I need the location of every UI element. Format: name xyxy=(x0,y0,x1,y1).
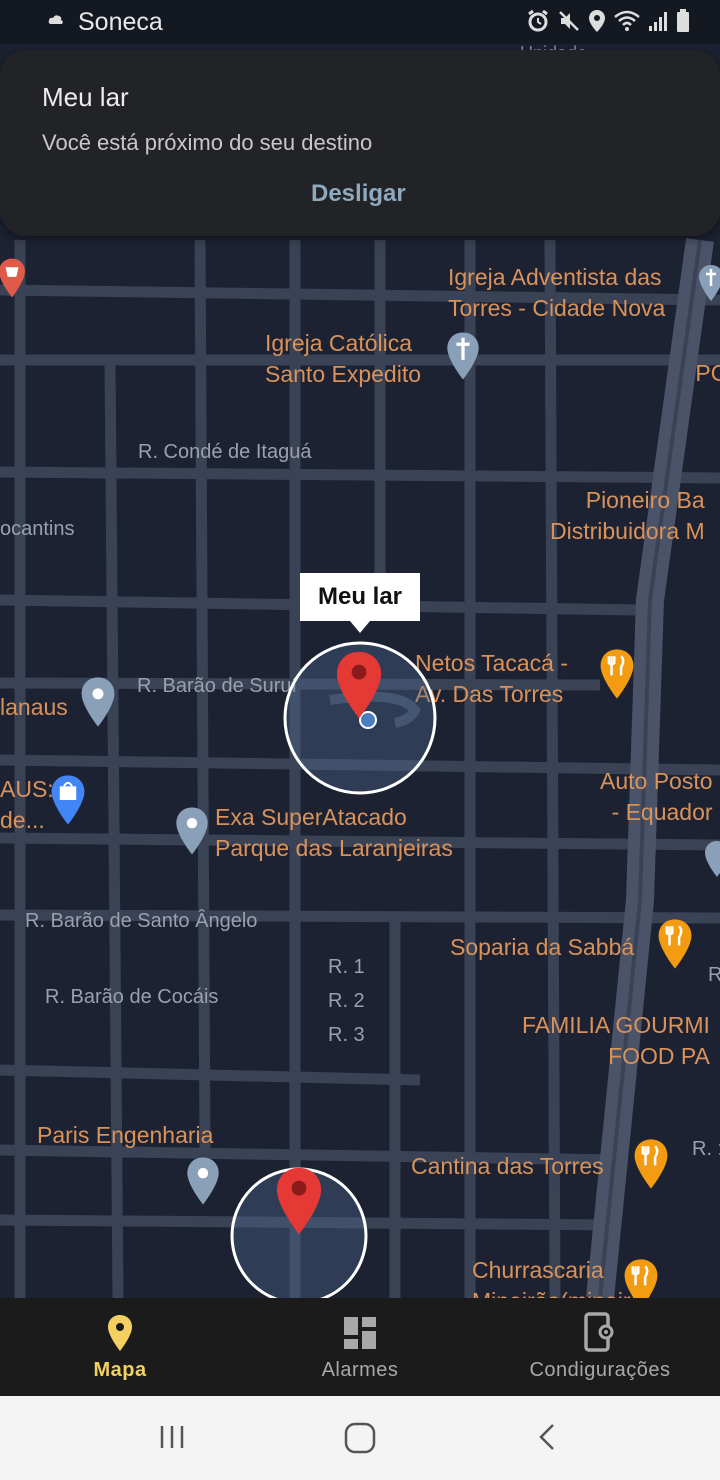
shopping-icon[interactable] xyxy=(0,257,26,299)
nav-item-mapa[interactable]: Mapa xyxy=(0,1298,240,1396)
back-icon[interactable] xyxy=(536,1422,558,1452)
nav-item-condiguracoes[interactable]: Condigurações xyxy=(480,1298,720,1396)
street-label: ocantins xyxy=(0,518,75,540)
mute-icon xyxy=(558,10,580,37)
device-settings-icon xyxy=(584,1312,614,1352)
alarm-icon xyxy=(526,9,550,38)
location-icon xyxy=(588,9,606,38)
poi-pioneiro[interactable]: Pioneiro Ba Distribuidora M xyxy=(550,485,705,547)
system-navigation-bar xyxy=(0,1396,720,1480)
street-label: R. Barão de Suruí xyxy=(137,675,298,697)
restaurant-icon[interactable] xyxy=(622,1258,660,1298)
restaurant-icon[interactable] xyxy=(632,1138,670,1190)
destination-marker-icon[interactable] xyxy=(333,650,385,720)
nav-label: Mapa xyxy=(93,1359,147,1381)
notification-message: Você está próximo do seu destino xyxy=(42,130,373,155)
restaurant-icon[interactable] xyxy=(598,648,636,700)
bottom-navigation: Mapa Alarmes Condigurações xyxy=(0,1298,720,1396)
notification-card[interactable]: Meu lar Você está próximo do seu destino… xyxy=(0,50,720,236)
nav-item-alarmes[interactable]: Alarmes xyxy=(240,1298,480,1396)
nav-label: Condigurações xyxy=(529,1359,671,1381)
poi-manaus[interactable]: lanaus xyxy=(0,692,68,723)
poi-post[interactable]: POST - C xyxy=(658,358,720,420)
street-label: R xyxy=(708,964,720,986)
home-icon[interactable] xyxy=(344,1422,376,1454)
street-label: R. Barão de Santo Ângelo xyxy=(25,910,258,932)
map-pin-icon xyxy=(108,1315,132,1351)
place-icon[interactable] xyxy=(186,1156,220,1206)
street-label: R. 1 xyxy=(328,956,365,978)
street-label: R. Condé de Itaguá xyxy=(138,441,312,463)
street-label: R. 2 xyxy=(328,990,365,1012)
battery-icon xyxy=(676,9,690,38)
poi-soparia[interactable]: Soparia da Sabbá xyxy=(450,932,634,963)
signal-icon xyxy=(648,10,668,37)
poi-cantina[interactable]: Cantina das Torres xyxy=(411,1151,604,1182)
status-bar: Soneca xyxy=(0,0,720,44)
alarm-marker-icon[interactable] xyxy=(273,1166,325,1236)
poi-igreja-adventista[interactable]: Igreja Adventista das Torres - Cidade No… xyxy=(448,262,665,324)
notification-title: Meu lar xyxy=(42,82,129,112)
place-icon[interactable] xyxy=(80,676,116,728)
poi-aus[interactable]: AUS: de... xyxy=(0,774,54,836)
wifi-icon xyxy=(614,10,640,37)
church-icon[interactable] xyxy=(446,331,480,381)
street-label: R. Barão de Cocáis xyxy=(45,986,219,1008)
restaurant-icon[interactable] xyxy=(656,918,694,970)
street-label: R. 3 xyxy=(328,1024,365,1046)
dashboard-icon xyxy=(344,1317,376,1349)
poi-paris[interactable]: Paris Engenharia xyxy=(37,1120,213,1151)
church-icon[interactable] xyxy=(698,264,720,302)
dismiss-button[interactable]: Desligar xyxy=(311,180,406,208)
recent-apps-icon[interactable] xyxy=(158,1422,188,1452)
poi-igreja-catolica[interactable]: Igreja Católica Santo Expedito xyxy=(265,328,421,390)
place-icon[interactable] xyxy=(175,806,209,856)
place-icon[interactable] xyxy=(704,840,720,878)
street-label: R. : xyxy=(692,1138,720,1160)
poi-exa[interactable]: Exa SuperAtacado Parque das Laranjeiras xyxy=(215,802,453,864)
poi-auto-posto[interactable]: Auto Posto - Equador xyxy=(600,766,713,828)
nav-label: Alarmes xyxy=(321,1359,399,1381)
poi-familia[interactable]: FAMILIA GOURMI FOOD PA xyxy=(522,1010,710,1072)
cloud-icon xyxy=(48,15,63,24)
app-name: Soneca xyxy=(78,8,163,36)
marker-callout[interactable]: Meu lar xyxy=(300,573,420,633)
shopping-bag-icon[interactable] xyxy=(50,774,86,826)
